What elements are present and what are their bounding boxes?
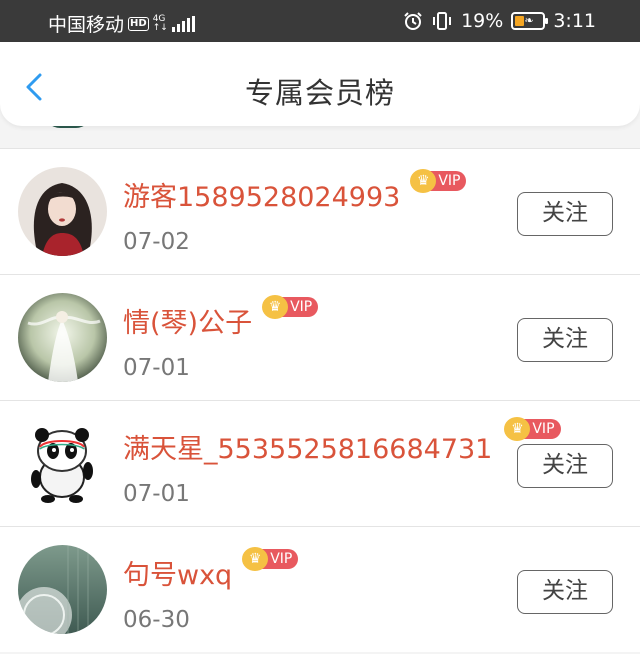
app-header: 专属会员榜 <box>0 42 640 126</box>
status-left: 中国移动 HD 4G ↑↓ <box>48 10 195 37</box>
member-date: 07-01 <box>123 355 190 381</box>
avatar[interactable] <box>18 419 107 508</box>
clock: 3:11 <box>553 10 596 32</box>
member-date: 06-30 <box>123 607 190 633</box>
battery-saver-icon: ❧ <box>511 12 549 30</box>
vip-badge: ♛ VIP <box>242 547 299 571</box>
member-name-text: 游客1589528024993 <box>123 182 401 213</box>
vip-badge: ♛ VIP <box>504 417 561 441</box>
alarm-icon <box>404 12 422 30</box>
member-name-text: 满天星_5535525816684731 <box>123 434 493 465</box>
follow-button[interactable]: 关注 <box>517 444 613 488</box>
status-bar: 中国移动 HD 4G ↑↓ 19% ❧ 3:11 <box>0 0 640 42</box>
vip-badge: ♛ VIP <box>410 169 467 193</box>
member-name-text: 句号wxq <box>123 560 233 591</box>
follow-button[interactable]: 关注 <box>517 570 613 614</box>
avatar[interactable] <box>18 545 107 634</box>
member-name-text: 情(琴)公子 <box>123 308 253 339</box>
vibrate-icon <box>433 12 452 30</box>
avatar[interactable] <box>18 293 107 382</box>
status-right: 19% ❧ 3:11 <box>403 10 596 32</box>
member-name: 情(琴)公子 ♛ VIP <box>123 295 319 340</box>
avatar[interactable] <box>18 167 107 256</box>
vip-badge: ♛ VIP <box>262 295 319 319</box>
network-type-icon: 4G ↑↓ <box>152 14 168 33</box>
signal-icon <box>171 15 195 32</box>
page-title: 专属会员榜 <box>244 76 395 110</box>
member-date: 07-01 <box>123 481 190 507</box>
hd-icon: HD <box>128 16 149 31</box>
crown-icon: ♛ <box>262 295 289 319</box>
member-name: 句号wxq ♛ VIP <box>123 547 299 592</box>
follow-button[interactable]: 关注 <box>517 318 613 362</box>
network-activity-icon: ↑↓ <box>152 22 168 33</box>
member-list: 游客1589528024993 ♛ VIP 07-02 关注 情(琴)公子 ♛ VIP … <box>0 148 640 652</box>
follow-button[interactable]: 关注 <box>517 192 613 236</box>
list-item[interactable]: 满天星_5535525816684731 ♛ VIP 07-01 关注 <box>0 400 640 526</box>
carrier-label: 中国移动 <box>48 14 125 36</box>
battery-percent: 19% <box>461 10 504 32</box>
list-item[interactable]: 句号wxq ♛ VIP 06-30 关注 <box>0 526 640 652</box>
member-name: 游客1589528024993 ♛ VIP <box>123 169 467 214</box>
list-item[interactable]: 情(琴)公子 ♛ VIP 07-01 关注 <box>0 274 640 400</box>
member-date: 07-02 <box>123 229 190 255</box>
list-item[interactable]: 游客1589528024993 ♛ VIP 07-02 关注 <box>0 148 640 274</box>
member-name: 满天星_5535525816684731 ♛ VIP <box>123 417 561 466</box>
